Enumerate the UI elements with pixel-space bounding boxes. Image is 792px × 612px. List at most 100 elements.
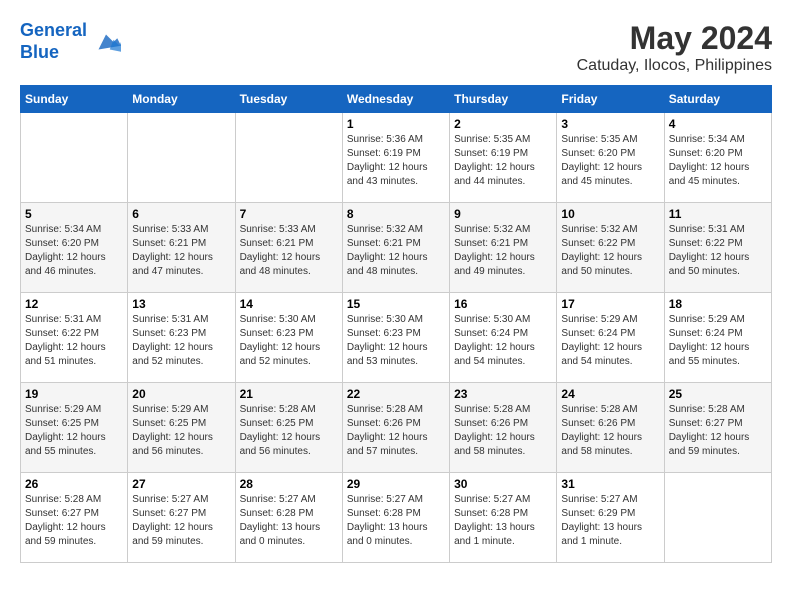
title-block: May 2024 Catuday, Ilocos, Philippines — [577, 20, 772, 75]
calendar-week-row: 5Sunrise: 5:34 AM Sunset: 6:20 PM Daylig… — [21, 203, 772, 293]
day-info: Sunrise: 5:34 AM Sunset: 6:20 PM Dayligh… — [669, 133, 767, 189]
calendar-cell: 19Sunrise: 5:29 AM Sunset: 6:25 PM Dayli… — [21, 383, 128, 473]
calendar-cell: 23 Sunrise: 5:28 AM Sunset: 6:26 PM Dayli… — [450, 383, 557, 473]
calendar-cell: 18 Sunrise: 5:29 AM Sunset: 6:24 PM Dayli… — [664, 293, 771, 383]
calendar-week-row: 19Sunrise: 5:29 AM Sunset: 6:25 PM Dayli… — [21, 383, 772, 473]
day-info: Sunrise: 5:33 AM Sunset: 6:21 PM Dayligh… — [240, 223, 338, 279]
day-info: Sunrise: 5:27 AM Sunset: 6:29 PM Dayligh… — [561, 493, 659, 549]
calendar-cell — [21, 113, 128, 203]
day-number: 12 — [25, 297, 123, 311]
day-info: Sunrise: 5:31 AM Sunset: 6:23 PM Dayligh… — [132, 313, 230, 369]
day-info: Sunrise: 5:29 AM Sunset: 6:24 PM Dayligh… — [669, 313, 767, 369]
calendar-cell: 12 Sunrise: 5:31 AM Sunset: 6:22 PM Dayli… — [21, 293, 128, 383]
day-info: Sunrise: 5:33 AM Sunset: 6:21 PM Dayligh… — [132, 223, 230, 279]
header-thursday: Thursday — [450, 86, 557, 113]
day-info: Sunrise: 5:27 AM Sunset: 6:28 PM Dayligh… — [454, 493, 552, 549]
day-number: 13 — [132, 297, 230, 311]
day-number: 10 — [561, 207, 659, 221]
day-info: Sunrise: 5:28 AM Sunset: 6:26 PM Dayligh… — [454, 403, 552, 459]
day-number: 30 — [454, 477, 552, 491]
calendar-cell — [664, 473, 771, 563]
day-info: Sunrise: 5:28 AM Sunset: 6:27 PM Dayligh… — [669, 403, 767, 459]
day-number: 1 — [347, 117, 445, 131]
header-sunday: Sunday — [21, 86, 128, 113]
calendar-week-row: 1 Sunrise: 5:36 AM Sunset: 6:19 PM Daylig… — [21, 113, 772, 203]
calendar-cell: 10 Sunrise: 5:32 AM Sunset: 6:22 PM Dayli… — [557, 203, 664, 293]
day-number: 26 — [25, 477, 123, 491]
calendar-cell: 30 Sunrise: 5:27 AM Sunset: 6:28 PM Dayli… — [450, 473, 557, 563]
calendar-cell: 6Sunrise: 5:33 AM Sunset: 6:21 PM Daylig… — [128, 203, 235, 293]
page-title: May 2024 — [577, 20, 772, 57]
day-info: Sunrise: 5:31 AM Sunset: 6:22 PM Dayligh… — [669, 223, 767, 279]
calendar-cell: 16 Sunrise: 5:30 AM Sunset: 6:24 PM Dayli… — [450, 293, 557, 383]
day-info: Sunrise: 5:27 AM Sunset: 6:28 PM Dayligh… — [240, 493, 338, 549]
day-number: 17 — [561, 297, 659, 311]
day-number: 16 — [454, 297, 552, 311]
page-header: General Blue May 2024 Catuday, Ilocos, P… — [20, 20, 772, 75]
day-number: 20 — [132, 387, 230, 401]
day-number: 22 — [347, 387, 445, 401]
calendar-cell: 31 Sunrise: 5:27 AM Sunset: 6:29 PM Dayli… — [557, 473, 664, 563]
calendar-cell: 13 Sunrise: 5:31 AM Sunset: 6:23 PM Dayli… — [128, 293, 235, 383]
calendar-cell: 27Sunrise: 5:27 AM Sunset: 6:27 PM Dayli… — [128, 473, 235, 563]
day-info: Sunrise: 5:30 AM Sunset: 6:23 PM Dayligh… — [240, 313, 338, 369]
day-number: 27 — [132, 477, 230, 491]
day-number: 24 — [561, 387, 659, 401]
logo-text: General Blue — [20, 20, 87, 63]
day-number: 25 — [669, 387, 767, 401]
day-info: Sunrise: 5:34 AM Sunset: 6:20 PM Dayligh… — [25, 223, 123, 279]
header-tuesday: Tuesday — [235, 86, 342, 113]
day-info: Sunrise: 5:35 AM Sunset: 6:20 PM Dayligh… — [561, 133, 659, 189]
logo: General Blue — [20, 20, 121, 63]
day-number: 23 — [454, 387, 552, 401]
calendar-cell: 11Sunrise: 5:31 AM Sunset: 6:22 PM Dayli… — [664, 203, 771, 293]
day-number: 14 — [240, 297, 338, 311]
logo-icon — [91, 27, 121, 57]
day-number: 2 — [454, 117, 552, 131]
header-wednesday: Wednesday — [342, 86, 449, 113]
day-number: 18 — [669, 297, 767, 311]
calendar-cell: 20Sunrise: 5:29 AM Sunset: 6:25 PM Dayli… — [128, 383, 235, 473]
page-subtitle: Catuday, Ilocos, Philippines — [577, 57, 772, 75]
calendar-cell: 4Sunrise: 5:34 AM Sunset: 6:20 PM Daylig… — [664, 113, 771, 203]
day-number: 31 — [561, 477, 659, 491]
calendar-cell: 24Sunrise: 5:28 AM Sunset: 6:26 PM Dayli… — [557, 383, 664, 473]
calendar-cell: 8 Sunrise: 5:32 AM Sunset: 6:21 PM Daylig… — [342, 203, 449, 293]
day-info: Sunrise: 5:31 AM Sunset: 6:22 PM Dayligh… — [25, 313, 123, 369]
header-friday: Friday — [557, 86, 664, 113]
logo-general: General — [20, 20, 87, 40]
calendar-cell: 25 Sunrise: 5:28 AM Sunset: 6:27 PM Dayli… — [664, 383, 771, 473]
day-info: Sunrise: 5:36 AM Sunset: 6:19 PM Dayligh… — [347, 133, 445, 189]
calendar-cell: 14 Sunrise: 5:30 AM Sunset: 6:23 PM Dayli… — [235, 293, 342, 383]
day-info: Sunrise: 5:29 AM Sunset: 6:24 PM Dayligh… — [561, 313, 659, 369]
calendar-cell: 15Sunrise: 5:30 AM Sunset: 6:23 PM Dayli… — [342, 293, 449, 383]
calendar-cell: 26 Sunrise: 5:28 AM Sunset: 6:27 PM Dayli… — [21, 473, 128, 563]
day-info: Sunrise: 5:28 AM Sunset: 6:27 PM Dayligh… — [25, 493, 123, 549]
calendar-cell: 2 Sunrise: 5:35 AM Sunset: 6:19 PM Daylig… — [450, 113, 557, 203]
calendar-cell: 21Sunrise: 5:28 AM Sunset: 6:25 PM Dayli… — [235, 383, 342, 473]
calendar-cell: 1 Sunrise: 5:36 AM Sunset: 6:19 PM Daylig… — [342, 113, 449, 203]
calendar-cell — [235, 113, 342, 203]
day-number: 29 — [347, 477, 445, 491]
header-saturday: Saturday — [664, 86, 771, 113]
calendar-cell: 7 Sunrise: 5:33 AM Sunset: 6:21 PM Daylig… — [235, 203, 342, 293]
calendar-cell: 9Sunrise: 5:32 AM Sunset: 6:21 PM Daylig… — [450, 203, 557, 293]
calendar-table: SundayMondayTuesdayWednesdayThursdayFrid… — [20, 85, 772, 563]
day-info: Sunrise: 5:35 AM Sunset: 6:19 PM Dayligh… — [454, 133, 552, 189]
calendar-cell: 17 Sunrise: 5:29 AM Sunset: 6:24 PM Dayli… — [557, 293, 664, 383]
day-number: 7 — [240, 207, 338, 221]
day-info: Sunrise: 5:28 AM Sunset: 6:26 PM Dayligh… — [347, 403, 445, 459]
day-info: Sunrise: 5:28 AM Sunset: 6:25 PM Dayligh… — [240, 403, 338, 459]
day-number: 8 — [347, 207, 445, 221]
day-info: Sunrise: 5:27 AM Sunset: 6:28 PM Dayligh… — [347, 493, 445, 549]
calendar-cell — [128, 113, 235, 203]
calendar-week-row: 12 Sunrise: 5:31 AM Sunset: 6:22 PM Dayli… — [21, 293, 772, 383]
calendar-cell: 5Sunrise: 5:34 AM Sunset: 6:20 PM Daylig… — [21, 203, 128, 293]
calendar-cell: 3Sunrise: 5:35 AM Sunset: 6:20 PM Daylig… — [557, 113, 664, 203]
day-number: 9 — [454, 207, 552, 221]
day-info: Sunrise: 5:32 AM Sunset: 6:21 PM Dayligh… — [347, 223, 445, 279]
calendar-header-row: SundayMondayTuesdayWednesdayThursdayFrid… — [21, 86, 772, 113]
day-info: Sunrise: 5:32 AM Sunset: 6:22 PM Dayligh… — [561, 223, 659, 279]
day-number: 19 — [25, 387, 123, 401]
day-info: Sunrise: 5:30 AM Sunset: 6:24 PM Dayligh… — [454, 313, 552, 369]
